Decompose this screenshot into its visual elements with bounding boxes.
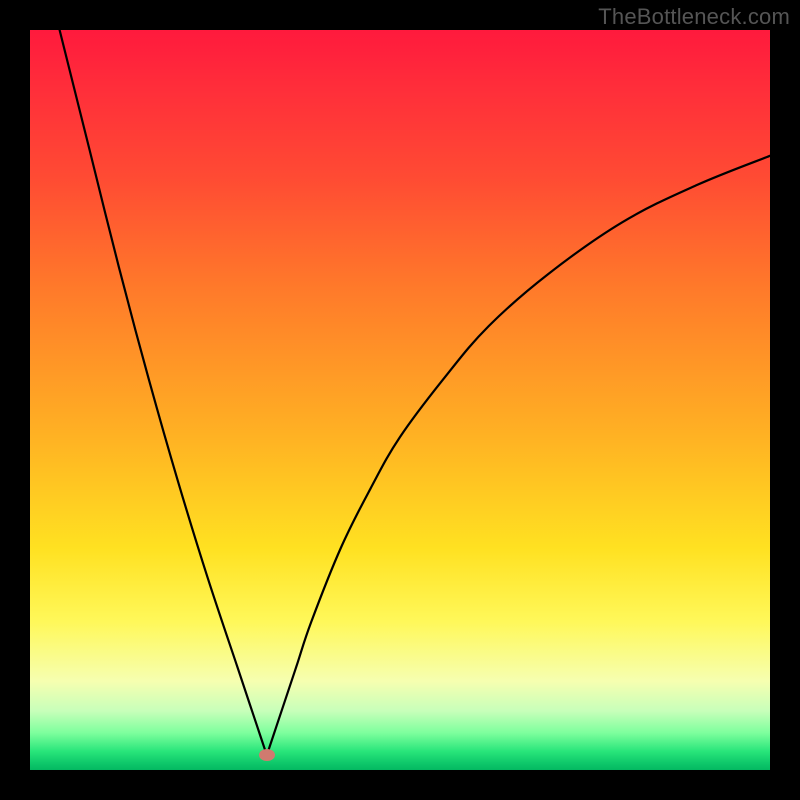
watermark-text: TheBottleneck.com	[598, 4, 790, 30]
curve-left-branch	[60, 30, 267, 755]
vertex-marker	[259, 749, 275, 761]
chart-frame: TheBottleneck.com	[0, 0, 800, 800]
curve-right-branch	[267, 156, 770, 755]
plot-area	[30, 30, 770, 770]
bottleneck-curve	[30, 30, 770, 770]
